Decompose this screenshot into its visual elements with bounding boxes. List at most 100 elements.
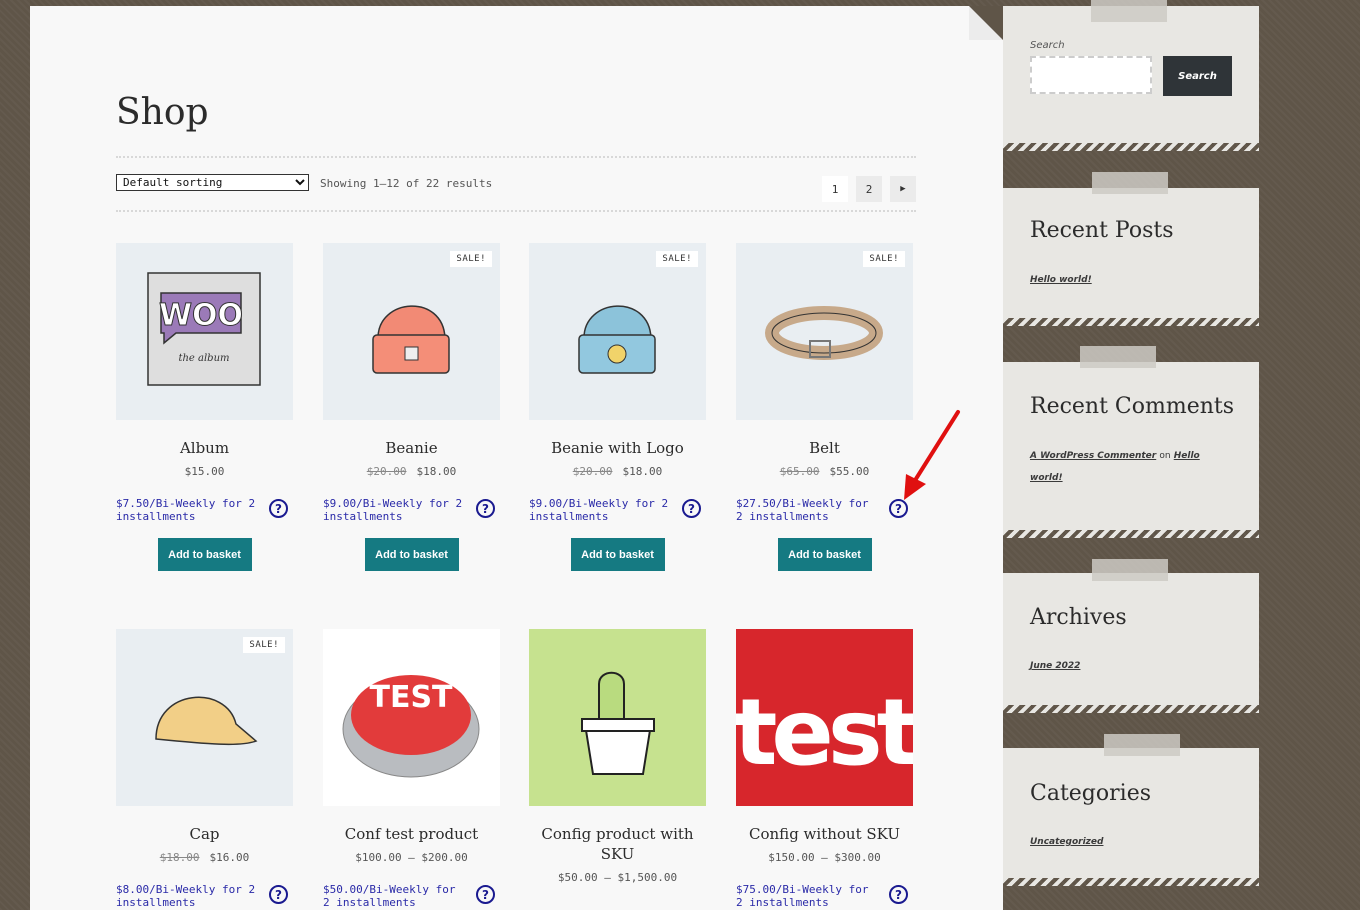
add-to-basket-button[interactable]: Add to basket bbox=[157, 538, 252, 571]
tape-decoration bbox=[1091, 0, 1167, 22]
installment-text: $7.50/Bi-Weekly for 2 installments bbox=[116, 497, 256, 523]
add-to-basket-button[interactable]: Add to basket bbox=[777, 538, 872, 571]
product-name[interactable]: Beanie with Logo bbox=[529, 438, 706, 458]
product-image[interactable]: SALE! bbox=[529, 243, 706, 420]
belt-illustration bbox=[765, 306, 883, 360]
recent-posts-title: Recent Posts bbox=[1030, 218, 1174, 243]
page-1-link[interactable]: 1 bbox=[822, 176, 848, 202]
product-conf-test: TEST Conf test product $100.00 – $200.00… bbox=[323, 629, 500, 909]
tape-decoration bbox=[1092, 559, 1168, 581]
product-name[interactable]: Cap bbox=[116, 824, 293, 844]
annotation-arrow-icon bbox=[904, 410, 960, 500]
zigzag-edge bbox=[1003, 143, 1259, 151]
arrow-right-icon: ▶ bbox=[900, 184, 906, 194]
product-name[interactable]: Config product with SKU bbox=[529, 824, 706, 864]
beanie-illustration bbox=[372, 305, 450, 374]
help-icon[interactable]: ? bbox=[476, 885, 495, 904]
old-price: $20.00 bbox=[366, 465, 407, 478]
comment-author-link[interactable]: A WordPress Commenter bbox=[1030, 451, 1156, 461]
product-name[interactable]: Beanie bbox=[323, 438, 500, 458]
tape-decoration bbox=[1104, 734, 1180, 756]
search-button[interactable]: Search bbox=[1163, 56, 1232, 96]
tape-decoration bbox=[1080, 346, 1156, 368]
installment-text: $50.00/Bi-Weekly for 2 installments bbox=[323, 883, 456, 909]
product-price: $20.00 $18.00 bbox=[529, 465, 706, 478]
comment-on-text: on bbox=[1159, 451, 1171, 461]
product-image[interactable]: test bbox=[736, 629, 913, 806]
current-price: $18.00 bbox=[416, 465, 457, 478]
installment-info: $50.00/Bi-Weekly for 2 installments ? bbox=[323, 883, 500, 909]
product-image[interactable] bbox=[529, 629, 706, 806]
help-icon[interactable]: ? bbox=[889, 885, 908, 904]
beanie-logo-illustration bbox=[578, 305, 656, 374]
product-price: $150.00 – $300.00 bbox=[736, 851, 913, 864]
divider bbox=[116, 210, 916, 212]
album-illustration: WOO the album bbox=[147, 272, 261, 386]
sale-badge: SALE! bbox=[863, 251, 905, 267]
product-name[interactable]: Belt bbox=[736, 438, 913, 458]
installment-info: $8.00/Bi-Weekly for 2 installments ? bbox=[116, 883, 293, 909]
product-name[interactable]: Config without SKU bbox=[736, 824, 913, 844]
recent-post-link[interactable]: Hello world! bbox=[1030, 269, 1092, 291]
sorting-select[interactable]: Default sorting bbox=[116, 174, 309, 191]
add-to-basket-button[interactable]: Add to basket bbox=[364, 538, 459, 571]
search-widget: Search Search bbox=[1003, 0, 1259, 151]
pagination: 1 2 ▶ bbox=[822, 176, 916, 202]
zigzag-edge bbox=[1003, 318, 1259, 326]
help-icon[interactable]: ? bbox=[476, 499, 495, 518]
product-image[interactable]: SALE! bbox=[116, 629, 293, 806]
help-icon[interactable]: ? bbox=[682, 499, 701, 518]
recent-comments-title: Recent Comments bbox=[1030, 394, 1235, 419]
archive-link[interactable]: June 2022 bbox=[1030, 655, 1080, 677]
category-link[interactable]: Uncategorized bbox=[1030, 831, 1103, 853]
product-config-with-sku: Config product with SKU $50.00 – $1,500.… bbox=[529, 629, 706, 884]
current-price: $100.00 – $200.00 bbox=[355, 851, 468, 864]
categories-title: Categories bbox=[1030, 781, 1151, 806]
old-price: $18.00 bbox=[159, 851, 200, 864]
product-beanie-with-logo: SALE! Beanie with Logo $20.00 $18.00 $9.0… bbox=[529, 243, 706, 571]
next-page-link[interactable]: ▶ bbox=[890, 176, 916, 202]
product-image[interactable]: SALE! bbox=[323, 243, 500, 420]
product-image[interactable]: SALE! bbox=[736, 243, 913, 420]
recent-posts-widget: Recent Posts Hello world! bbox=[1003, 172, 1259, 326]
current-price: $50.00 – $1,500.00 bbox=[557, 871, 678, 884]
zigzag-edge bbox=[1003, 530, 1259, 538]
old-price: $65.00 bbox=[779, 465, 820, 478]
cap-illustration bbox=[155, 696, 258, 746]
test-graphic-text: test bbox=[736, 679, 913, 786]
search-input[interactable] bbox=[1030, 56, 1152, 94]
current-price: $15.00 bbox=[184, 465, 225, 478]
product-price: $15.00 bbox=[116, 465, 293, 478]
current-price: $150.00 – $300.00 bbox=[768, 851, 881, 864]
sale-badge: SALE! bbox=[656, 251, 698, 267]
installment-text: $9.00/Bi-Weekly for 2 installments bbox=[323, 497, 463, 523]
test-text-illustration: test bbox=[736, 679, 913, 786]
sale-badge: SALE! bbox=[450, 251, 492, 267]
product-price: $100.00 – $200.00 bbox=[323, 851, 500, 864]
current-price: $18.00 bbox=[622, 465, 663, 478]
archives-title: Archives bbox=[1030, 605, 1127, 630]
product-image[interactable]: WOO the album bbox=[116, 243, 293, 420]
test-button-illustration: TEST bbox=[342, 675, 480, 778]
product-price: $18.00 $16.00 bbox=[116, 851, 293, 864]
installment-text: $8.00/Bi-Weekly for 2 installments bbox=[116, 883, 256, 909]
divider bbox=[116, 156, 916, 158]
current-price: $16.00 bbox=[209, 851, 250, 864]
product-album: WOO the album Album $15.00 $7.50/Bi-Week… bbox=[116, 243, 293, 571]
installment-text: $9.00/Bi-Weekly for 2 installments bbox=[529, 497, 669, 523]
zigzag-edge bbox=[1003, 878, 1259, 886]
page-2-link[interactable]: 2 bbox=[856, 176, 882, 202]
current-price: $55.00 bbox=[829, 465, 870, 478]
zigzag-edge bbox=[1003, 705, 1259, 713]
album-caption-text: the album bbox=[178, 353, 229, 364]
product-name[interactable]: Conf test product bbox=[323, 824, 500, 844]
help-icon[interactable]: ? bbox=[269, 885, 288, 904]
page-corner-fold bbox=[969, 6, 1003, 40]
add-to-basket-button[interactable]: Add to basket bbox=[570, 538, 665, 571]
product-name[interactable]: Album bbox=[116, 438, 293, 458]
album-logo-text: WOO bbox=[159, 298, 243, 333]
product-belt: SALE! Belt $65.00 $55.00 $27.50/Bi-Weekly… bbox=[736, 243, 913, 571]
help-icon[interactable]: ? bbox=[269, 499, 288, 518]
page-title: Shop bbox=[116, 92, 209, 133]
product-image[interactable]: TEST bbox=[323, 629, 500, 806]
